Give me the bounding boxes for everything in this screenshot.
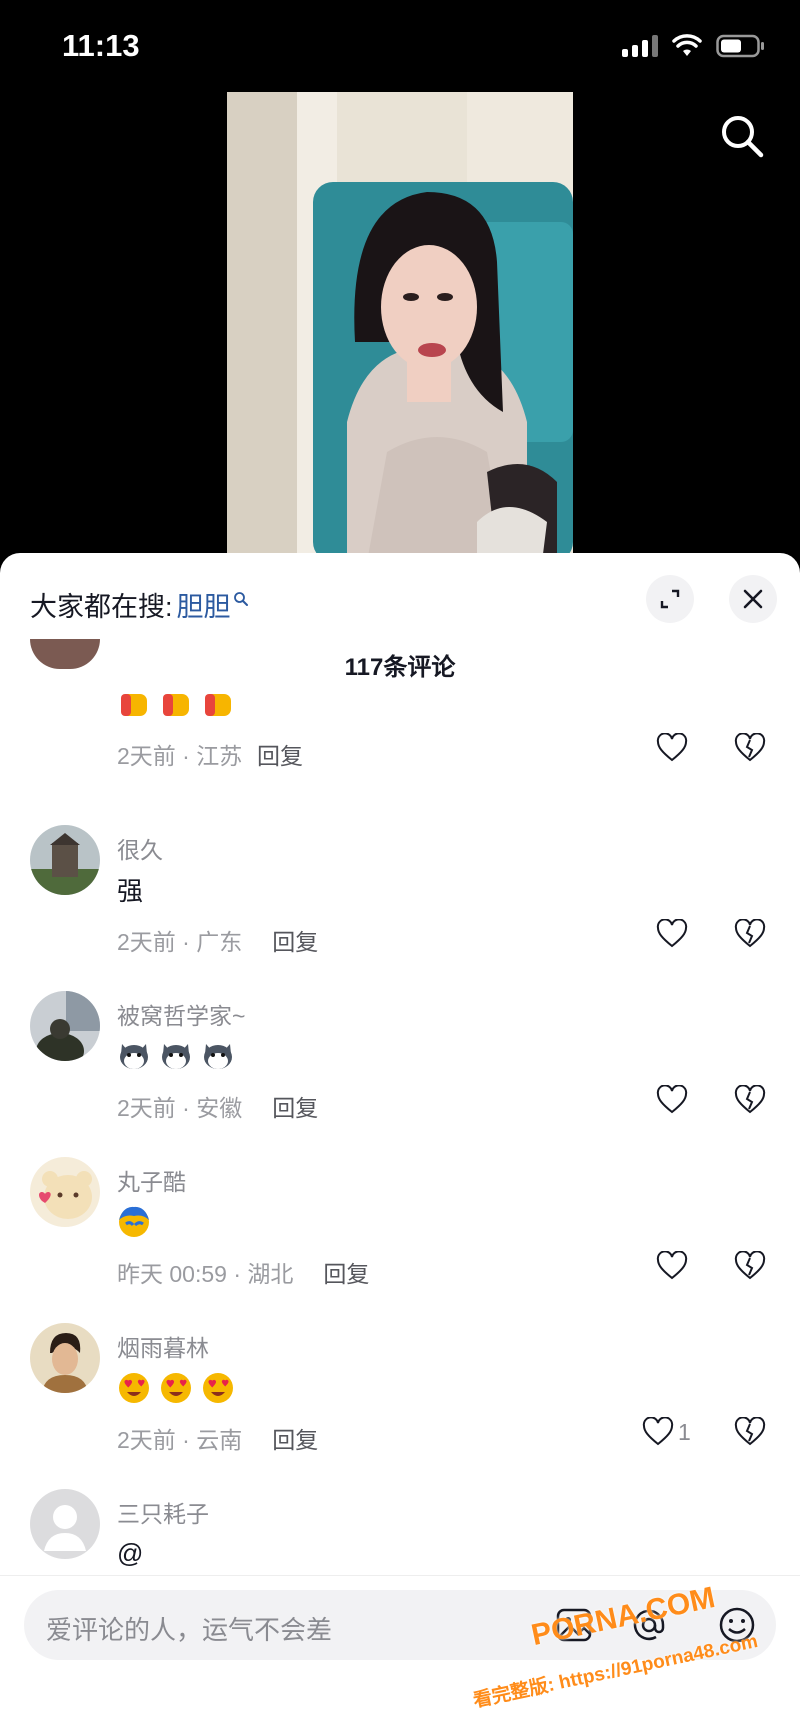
comment-body	[117, 1203, 151, 1239]
heart-icon	[656, 1251, 688, 1280]
comment-input-bar: 爱评论的人，运气不会差	[0, 1575, 800, 1733]
thumbs-up-emoji-icon	[205, 694, 231, 716]
trending-label: 大家都在搜:	[30, 592, 173, 622]
comment-body	[117, 1369, 235, 1405]
image-icon[interactable]	[554, 1604, 596, 1646]
comment-time-location: 2天前 · 广东	[117, 929, 243, 955]
expand-icon	[660, 589, 680, 609]
close-icon	[743, 589, 763, 609]
battery-icon	[716, 34, 764, 58]
reply-button[interactable]: 回复	[272, 1089, 318, 1123]
comment-meta: 2天前 · 安徽 回复	[117, 1089, 318, 1123]
reply-button[interactable]: 回复	[272, 923, 318, 957]
broken-heart-icon	[734, 1416, 766, 1446]
comment-sheet: 大家都在搜: 胆胆 117条评论 2天前 · 江苏 回复 很久 强 2天前 · …	[0, 553, 800, 1733]
comment-meta: 2天前 · 广东 回复	[117, 923, 318, 957]
heart-eyes-emoji-icon	[119, 1373, 149, 1403]
video-frame-image	[227, 92, 573, 562]
heart-eyes-emoji-icon	[161, 1373, 191, 1403]
comment-body: 强	[117, 875, 144, 906]
expand-button[interactable]	[646, 575, 694, 623]
like-button[interactable]	[656, 919, 688, 949]
like-button[interactable]: 1	[642, 1417, 691, 1447]
husky-emoji-icon	[120, 1044, 148, 1069]
avatar[interactable]	[30, 1157, 100, 1227]
comment-author[interactable]: 很久	[117, 831, 163, 865]
dislike-button[interactable]	[734, 1084, 766, 1120]
sad-face-emoji-icon	[119, 1206, 149, 1237]
like-button[interactable]	[656, 733, 688, 763]
search-small-icon	[233, 591, 248, 606]
avatar[interactable]	[30, 825, 100, 895]
close-button[interactable]	[729, 575, 777, 623]
avatar[interactable]	[30, 1323, 100, 1393]
thumbs-up-emoji-icon	[163, 694, 189, 716]
like-button[interactable]	[656, 1251, 688, 1281]
wifi-icon	[672, 34, 702, 56]
comment-item: 很久 强 2天前 · 广东 回复	[0, 813, 800, 979]
heart-icon	[642, 1417, 674, 1446]
status-bar: 11:13	[0, 0, 800, 100]
comment-body	[117, 1037, 235, 1073]
husky-emoji-icon	[204, 1044, 232, 1069]
avatar[interactable]	[30, 639, 100, 669]
dislike-button[interactable]	[734, 1416, 766, 1452]
heart-icon	[656, 733, 688, 762]
comment-input[interactable]: 爱评论的人，运气不会差	[24, 1590, 776, 1660]
comment-time-location: 昨天 00:59 · 湖北	[117, 1261, 294, 1287]
comment-input-placeholder: 爱评论的人，运气不会差	[46, 1615, 333, 1645]
broken-heart-icon	[734, 918, 766, 948]
avatar[interactable]	[30, 991, 100, 1061]
comment-time-location: 2天前 · 云南	[117, 1427, 243, 1453]
status-time: 11:13	[62, 28, 140, 63]
cellular-signal-icon	[622, 35, 658, 57]
emoji-icon[interactable]	[716, 1604, 758, 1646]
reply-button[interactable]: 回复	[323, 1255, 369, 1289]
comment-body	[117, 685, 235, 721]
video-player[interactable]	[227, 92, 573, 562]
trending-term[interactable]: 胆胆	[177, 585, 231, 624]
comment-meta: 昨天 00:59 · 湖北 回复	[117, 1255, 369, 1289]
broken-heart-icon	[734, 732, 766, 762]
comment-item: 被窝哲学家~ 2天前 · 安徽 回复	[0, 979, 800, 1145]
heart-icon	[656, 919, 688, 948]
reply-button[interactable]: 回复	[257, 737, 303, 771]
comment-item: 丸子酷 昨天 00:59 · 湖北 回复	[0, 1145, 800, 1311]
comment-time-location: 2天前 · 安徽	[117, 1095, 243, 1121]
mention-icon[interactable]	[628, 1604, 670, 1646]
heart-icon	[656, 1085, 688, 1114]
like-count: 1	[678, 1418, 691, 1445]
dislike-button[interactable]	[734, 732, 766, 768]
broken-heart-icon	[734, 1250, 766, 1280]
comment-author[interactable]: 烟雨暮林	[117, 1329, 209, 1363]
comment-body: @	[117, 1537, 144, 1568]
husky-emoji-icon	[162, 1044, 190, 1069]
status-icons	[622, 34, 766, 58]
like-button[interactable]	[656, 1085, 688, 1115]
thumbs-up-emoji-icon	[121, 694, 147, 716]
comment-item: 烟雨暮林 2天前 · 云南 回复 1	[0, 1311, 800, 1477]
dislike-button[interactable]	[734, 918, 766, 954]
comment-time-location: 2天前 · 江苏	[117, 743, 243, 769]
comment-item: 2天前 · 江苏 回复	[0, 639, 800, 809]
default-avatar-icon	[30, 1489, 100, 1559]
trending-search[interactable]: 大家都在搜: 胆胆	[30, 585, 249, 624]
broken-heart-icon	[734, 1084, 766, 1114]
reply-button[interactable]: 回复	[272, 1421, 318, 1455]
comment-author[interactable]: 三只耗子	[117, 1495, 209, 1529]
comment-author[interactable]: 被窝哲学家~	[117, 997, 245, 1031]
search-icon[interactable]	[718, 112, 766, 160]
dislike-button[interactable]	[734, 1250, 766, 1286]
comment-meta: 2天前 · 云南 回复	[117, 1421, 318, 1455]
heart-eyes-emoji-icon	[203, 1373, 233, 1403]
avatar[interactable]	[30, 1489, 100, 1559]
comment-author[interactable]: 丸子酷	[117, 1163, 186, 1197]
